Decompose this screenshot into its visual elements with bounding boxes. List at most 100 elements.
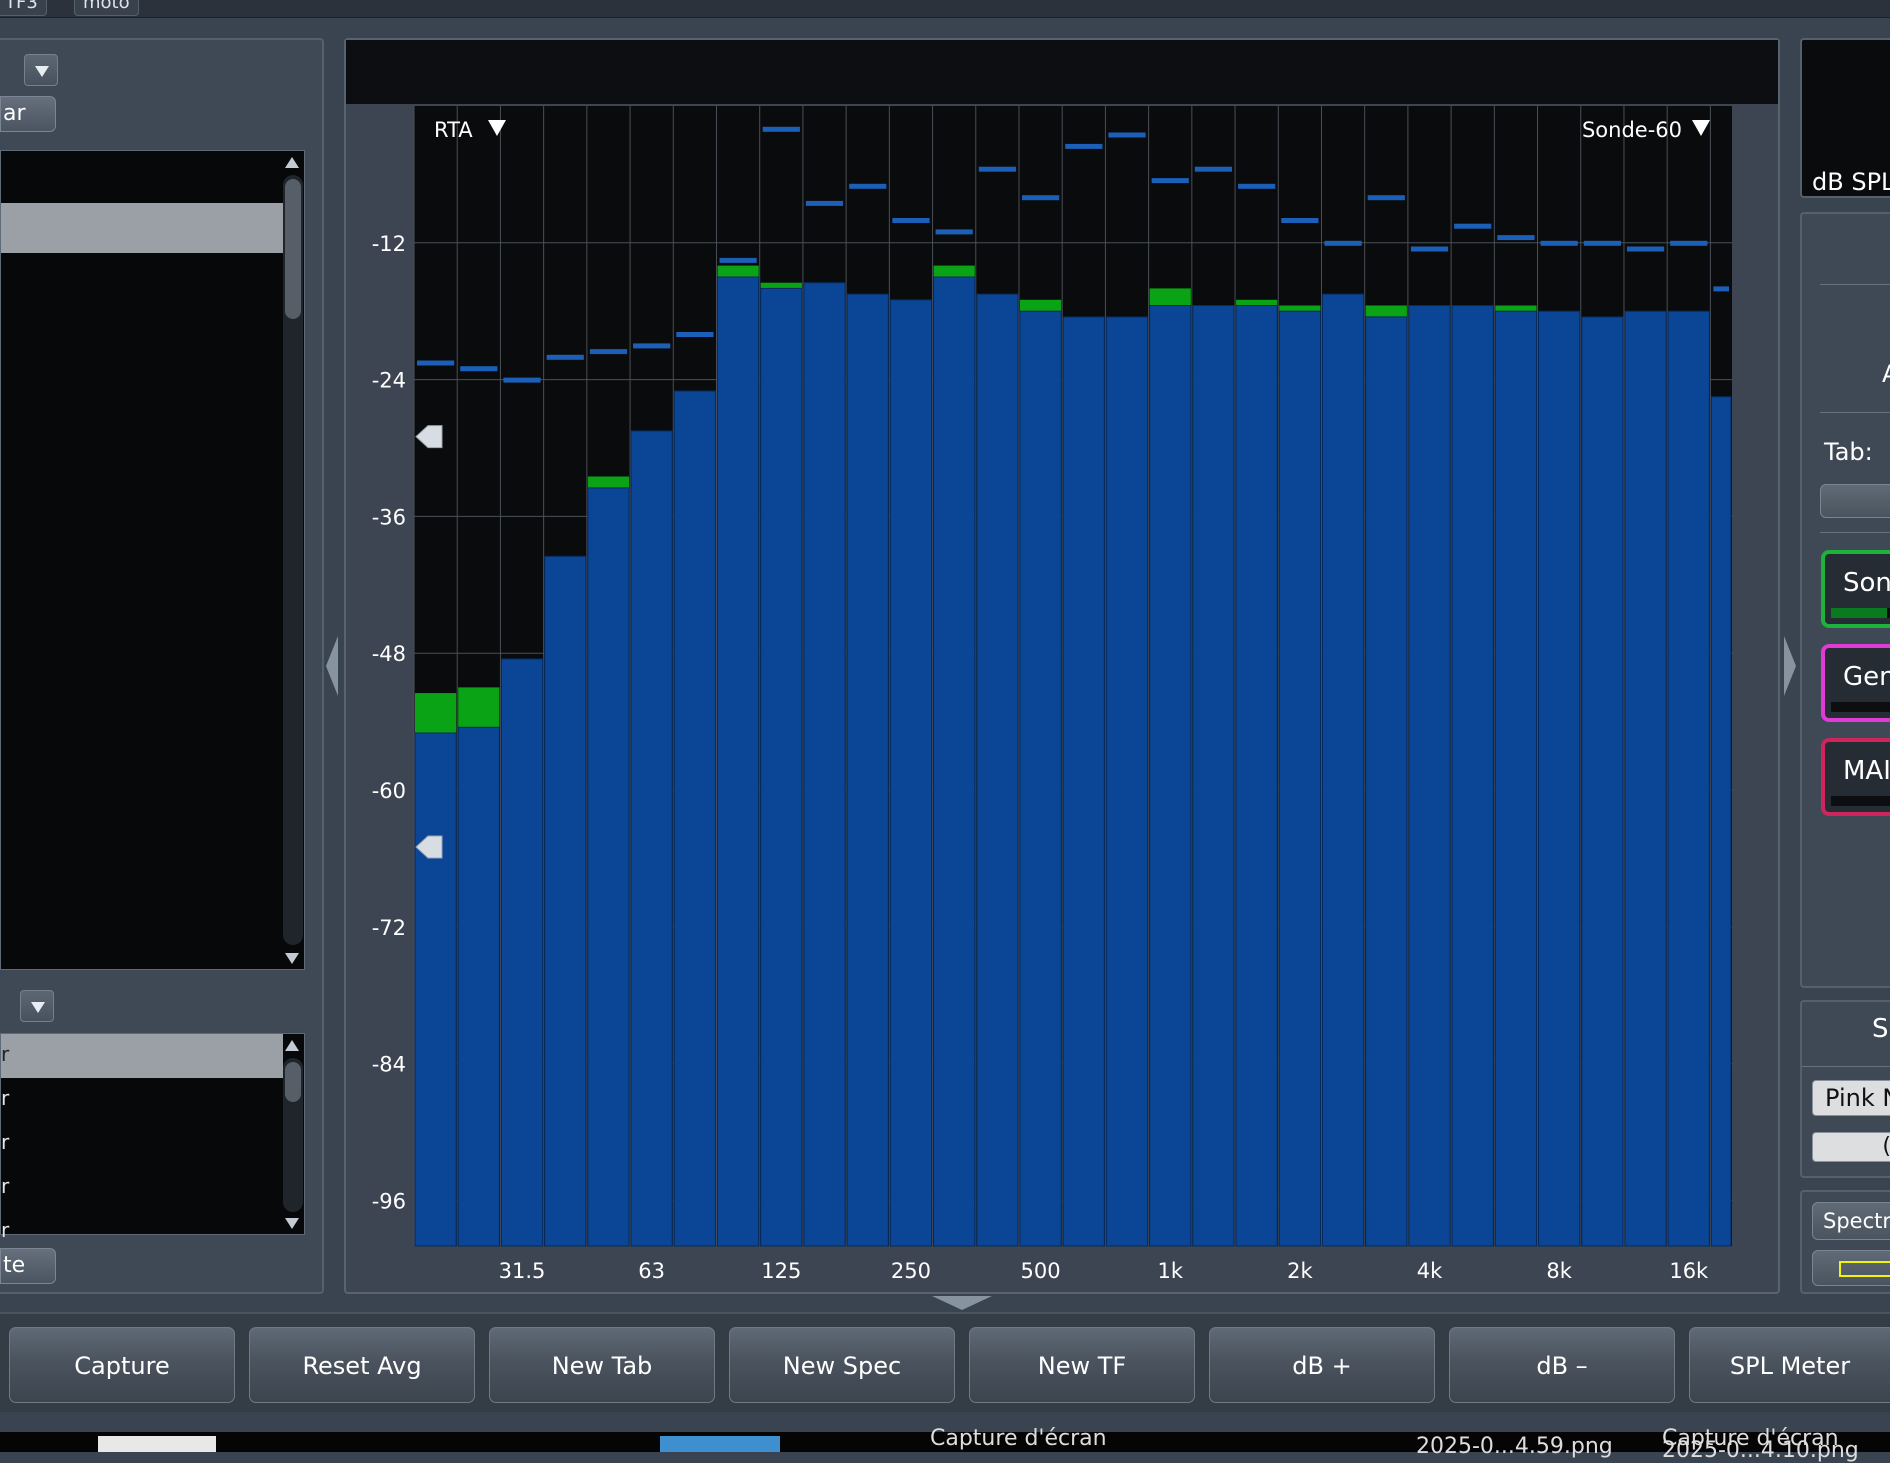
max-hold-marker [589,349,628,355]
rta-bar [1105,316,1149,1247]
rta-bar [976,293,1019,1247]
spectrum-panel: Spectru [1800,1190,1890,1294]
source-level-bar [1831,702,1890,712]
rta-bar [673,390,716,1247]
y-tick-label: -60 [372,779,406,803]
y-tick-label: -24 [372,369,406,393]
rta-bar [760,287,803,1247]
source-sonde[interactable]: Sonc [1821,550,1890,628]
rta-bar [889,299,933,1247]
max-hold-marker [1670,240,1708,246]
spectrum-color-button[interactable] [1812,1250,1890,1286]
max-hold-marker [978,166,1016,172]
rta-bar [1538,310,1581,1247]
file-name[interactable]: Capture d'écran [930,1428,1107,1450]
divider [1802,1066,1890,1067]
capture-button[interactable]: Capture [9,1327,235,1403]
max-hold-marker [1713,286,1729,292]
source-generator[interactable]: Gene [1821,644,1890,722]
max-hold-marker [1238,183,1276,189]
new-spec-button[interactable]: New Spec [729,1327,955,1403]
collapse-bottom-handle-icon[interactable] [932,1296,992,1310]
rta-bar [1451,305,1494,1247]
rta-bar [933,276,976,1247]
rta-bar [716,276,760,1247]
noise-type-select[interactable]: Pink N [1812,1080,1890,1116]
x-tick-label: 16k [1669,1259,1709,1283]
thumbnail-icon[interactable] [98,1436,216,1452]
rta-bar [1710,396,1732,1247]
rta-bar [1365,316,1408,1247]
x-tick-label: 8k [1546,1259,1572,1283]
x-tick-label: 31.5 [499,1259,546,1283]
max-hold-marker [1626,246,1665,252]
y-tick-label: -36 [372,505,406,529]
rta-selector-label[interactable]: RTA [434,118,473,142]
x-tick-label: 1k [1157,1259,1183,1283]
rta-bar [846,293,889,1247]
color-swatch [1839,1261,1890,1277]
probe-selector-label[interactable]: Sonde-60 [1582,118,1682,142]
max-hold-marker [460,366,498,372]
max-hold-marker [1194,166,1233,172]
x-tick-label: 2k [1287,1259,1313,1283]
y-tick-label: -48 [372,642,406,666]
reset-avg-button[interactable]: Reset Avg [249,1327,475,1403]
rta-bar [587,487,630,1247]
rta-bar [1624,310,1667,1247]
rta-bar [500,658,544,1247]
level-field[interactable]: ( [1812,1132,1890,1162]
rta-bar [1278,310,1321,1247]
new-tab-button[interactable]: New Tab [489,1327,715,1403]
max-hold-marker [1021,195,1060,201]
source-label: MAII [1843,756,1890,786]
file-name[interactable]: 2025-0...4.10.png [1662,1440,1859,1462]
tab-select-button[interactable] [1820,484,1890,518]
thumbnail-icon[interactable] [660,1436,780,1452]
max-hold-marker [633,343,671,349]
max-hold-marker [1108,132,1146,138]
rta-bar [1581,316,1624,1247]
source-level-bar [1831,796,1890,806]
rta-bar [803,282,846,1247]
rta-bar [1408,305,1451,1247]
max-hold-marker [805,200,844,206]
max-hold-marker [1583,240,1621,246]
source-label: Gene [1843,662,1890,692]
db-plus-button[interactable]: dB + [1209,1327,1435,1403]
x-tick-label: 500 [1021,1259,1061,1283]
spl-label: dB SPL [1812,168,1890,196]
source-main[interactable]: MAII [1821,738,1890,816]
max-hold-marker [849,183,887,189]
max-hold-marker [1410,246,1449,252]
max-hold-marker [1065,143,1103,149]
rta-bar [1149,305,1192,1247]
x-tick-label: 4k [1417,1259,1443,1283]
x-tick-label: 63 [638,1259,665,1283]
section-label: SI [1872,1014,1890,1044]
divider [1820,532,1890,533]
rta-bar [1019,310,1062,1247]
rta-bar [1321,293,1365,1247]
collapse-right-handle-icon[interactable] [1784,636,1796,696]
rta-bar [544,555,587,1247]
rta-bar [630,430,673,1247]
new-tf-button[interactable]: New TF [969,1327,1195,1403]
max-hold-marker [935,229,973,235]
spl-meter-button[interactable]: SPL Meter [1689,1327,1890,1403]
divider [1820,412,1890,413]
rta-bar [1192,305,1235,1247]
max-hold-marker [676,332,714,337]
rta-chart: -12 -24 -36 -48 -60 -72 -84 -96 31.5 63 125 250 500 1… [326,106,1796,1310]
collapse-left-handle-icon[interactable] [326,636,338,696]
max-hold-marker [1454,223,1492,229]
divider [1820,284,1890,285]
max-hold-marker [719,257,757,263]
rta-bar [1494,310,1538,1247]
os-taskbar: Capture d'écran 2025-0...4.59.png Captur… [0,1428,1890,1462]
source-level-bar [1831,608,1890,618]
spectrum-button[interactable]: Spectru [1812,1202,1890,1240]
max-hold-marker [1367,195,1405,201]
db-minus-button[interactable]: dB – [1449,1327,1675,1403]
y-tick-label: -12 [372,232,406,256]
